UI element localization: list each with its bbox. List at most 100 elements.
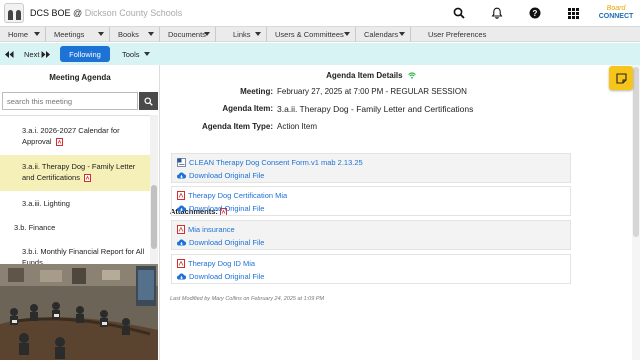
menu-user-preferences[interactable]: User Preferences	[420, 27, 492, 42]
help-icon: ?	[529, 7, 541, 19]
detail-title-text: Agenda Item Details	[326, 71, 403, 80]
agenda-type-value: Action Item	[277, 122, 318, 131]
board-seal-logo	[4, 3, 24, 23]
notifications-button[interactable]	[478, 0, 516, 26]
previous-button[interactable]	[5, 47, 14, 61]
attachment-item: Therapy Dog Certification Mia Download O…	[171, 186, 571, 216]
chevron-down-icon	[34, 32, 40, 36]
sticky-note-button[interactable]	[609, 66, 633, 90]
svg-text:?: ?	[533, 9, 538, 18]
word-doc-icon	[177, 158, 186, 167]
download-original-link[interactable]: Download Original File	[177, 204, 264, 213]
cloud-download-icon	[177, 273, 186, 280]
menu-documents-label: Documents	[168, 30, 206, 39]
menu-users-committees[interactable]: Users & Committees	[267, 27, 356, 42]
attachment-link[interactable]: Therapy Dog ID Mia	[177, 259, 255, 268]
attachment-item: Mia insurance Download Original File	[171, 220, 571, 250]
main-menu: Home Meetings Books Documents Links User…	[0, 26, 640, 42]
meeting-room-video-image	[0, 264, 158, 360]
brand-line2: CONNECT	[598, 13, 634, 20]
main-scroll-thumb[interactable]	[633, 67, 639, 237]
sidebar-scroll-thumb[interactable]	[151, 185, 157, 249]
sidebar-title: Meeting Agenda	[49, 73, 111, 82]
pdf-icon[interactable]	[55, 138, 63, 147]
chevron-down-icon	[204, 32, 210, 36]
pdf-icon	[177, 225, 185, 234]
agenda-section-finance[interactable]: 3.b. Finance	[0, 222, 150, 236]
meeting-search-button[interactable]	[139, 92, 158, 110]
agenda-item-label: 3.a.iii. Lighting	[22, 199, 70, 208]
double-chevron-right-icon	[41, 50, 51, 58]
menu-home[interactable]: Home	[0, 27, 46, 42]
menu-links[interactable]: Links	[225, 27, 267, 42]
search-icon	[144, 96, 153, 106]
help-button[interactable]: ?	[516, 0, 554, 26]
menu-links-label: Links	[233, 30, 251, 39]
agenda-item-lighting[interactable]: 3.a.iii. Lighting	[0, 198, 150, 212]
attachment-name: Mia insurance	[188, 225, 235, 234]
agenda-item-detail-panel: Agenda Item Details Meeting: February 27…	[161, 65, 640, 360]
attachment-item: Therapy Dog ID Mia Download Original Fil…	[171, 254, 571, 284]
menu-users-label: Users & Committees	[275, 30, 344, 39]
pdf-icon	[177, 191, 185, 200]
menu-meetings[interactable]: Meetings	[46, 27, 110, 42]
meeting-value: February 27, 2025 at 7:00 PM - REGULAR S…	[277, 87, 467, 96]
chevron-down-icon	[148, 32, 154, 36]
main-scrollbar[interactable]	[632, 65, 640, 360]
menu-meetings-label: Meetings	[54, 30, 85, 39]
last-modified-note: Last Modified by Mary Collins on Februar…	[170, 296, 325, 302]
download-original-link[interactable]: Download Original File	[177, 238, 264, 247]
organization-title[interactable]: DCS BOE @ Dickson County Schools	[30, 8, 182, 18]
agenda-item-label: 3.a.ii. Therapy Dog - Family Letter and …	[22, 162, 136, 182]
cloud-download-icon	[177, 239, 186, 246]
meeting-video-player[interactable]	[0, 264, 158, 360]
menu-home-label: Home	[8, 30, 29, 39]
county-name: Dickson County Schools	[84, 8, 183, 18]
menu-books[interactable]: Books	[110, 27, 160, 42]
attachment-name: CLEAN Therapy Dog Consent Form.v1 mab 2.…	[189, 158, 363, 167]
agenda-item-calendar[interactable]: 3.a.i. 2026-2027 Calendar for Approval	[0, 125, 150, 151]
download-label: Download Original File	[189, 204, 265, 213]
cloud-download-icon	[177, 172, 186, 179]
agenda-type-label: Agenda Item Type:	[202, 122, 273, 131]
pdf-icon	[177, 259, 185, 268]
menu-calendars[interactable]: Calendars	[356, 27, 411, 42]
tools-dropdown[interactable]: Tools	[122, 47, 150, 61]
attachment-link[interactable]: Mia insurance	[177, 225, 235, 234]
meeting-search-input[interactable]	[2, 92, 138, 110]
top-bar: DCS BOE @ Dickson County Schools ? Board…	[0, 0, 640, 26]
menu-documents[interactable]: Documents	[160, 27, 216, 42]
boardconnect-logo[interactable]: Board CONNECT	[592, 0, 640, 26]
search-icon	[453, 7, 465, 19]
agenda-item-row: Agenda Item: 3.a.ii. Therapy Dog - Famil…	[161, 104, 581, 116]
cloud-download-icon	[177, 205, 186, 212]
search-button[interactable]	[440, 0, 478, 26]
agenda-item-label: Agenda Item:	[222, 104, 273, 113]
download-label: Download Original File	[189, 171, 265, 180]
menu-books-label: Books	[118, 30, 139, 39]
detail-title: Agenda Item Details	[161, 71, 581, 80]
grid-icon	[567, 7, 579, 19]
attachment-link[interactable]: Therapy Dog Certification Mia	[177, 191, 287, 200]
download-label: Download Original File	[189, 272, 265, 281]
navigation-bar: Next Following Tools	[0, 43, 640, 65]
note-icon	[615, 72, 627, 84]
double-chevron-left-icon	[5, 50, 14, 58]
agenda-item-therapy-dog[interactable]: 3.a.ii. Therapy Dog - Family Letter and …	[0, 155, 150, 191]
chevron-down-icon	[344, 32, 350, 36]
pdf-icon[interactable]	[84, 174, 92, 183]
org-at: @	[73, 8, 83, 18]
meeting-label: Meeting:	[240, 87, 273, 96]
attachment-link[interactable]: CLEAN Therapy Dog Consent Form.v1 mab 2.…	[177, 158, 363, 167]
agenda-item-value: 3.a.ii. Therapy Dog - Family Letter and …	[277, 104, 474, 114]
attachment-name: Therapy Dog ID Mia	[188, 259, 256, 268]
chevron-down-icon	[143, 52, 150, 56]
chevron-down-icon	[98, 32, 104, 36]
chevron-down-icon	[255, 32, 261, 36]
download-original-link[interactable]: Download Original File	[177, 171, 264, 180]
apps-button[interactable]	[554, 0, 592, 26]
download-original-link[interactable]: Download Original File	[177, 272, 264, 281]
following-button[interactable]: Following	[60, 46, 110, 62]
wifi-icon	[407, 72, 416, 80]
next-button[interactable]: Next	[24, 47, 51, 61]
